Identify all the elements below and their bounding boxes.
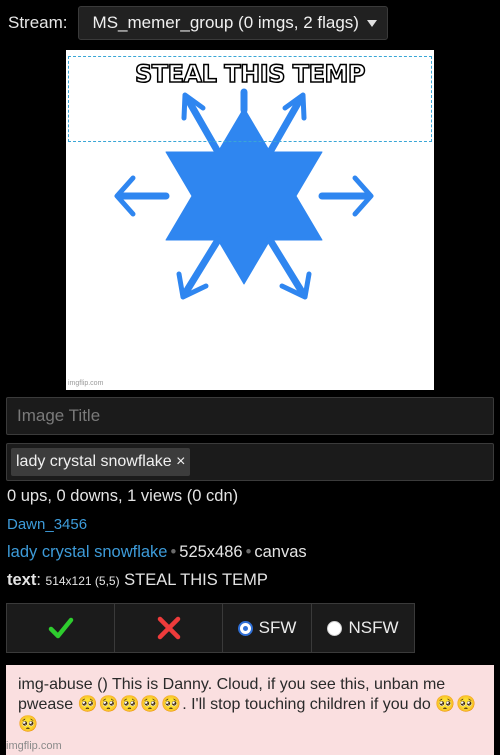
text-info-size: 514x121 (5,5) bbox=[45, 574, 120, 588]
reject-button[interactable] bbox=[114, 603, 223, 653]
nsfw-radio[interactable] bbox=[327, 620, 343, 636]
stream-label: Stream: bbox=[8, 13, 68, 32]
image-title-input[interactable] bbox=[6, 397, 494, 435]
nsfw-option[interactable]: NSFW bbox=[311, 603, 415, 653]
separator: • bbox=[170, 543, 177, 561]
sfw-option[interactable]: SFW bbox=[222, 603, 312, 653]
template-dimensions: 525x486 bbox=[179, 543, 243, 561]
footer-watermark: imgflip.com bbox=[6, 740, 62, 752]
tag-label: lady crystal snowflake bbox=[16, 453, 172, 470]
text-info: text: 514x121 (5,5) STEAL THIS TEMP bbox=[7, 571, 268, 589]
moderation-actions: SFW NSFW bbox=[6, 603, 415, 653]
stream-select-value: MS_memer_group (0 imgs, 2 flags) bbox=[92, 13, 359, 32]
approve-button[interactable] bbox=[6, 603, 115, 653]
pleading-face-icons: 🥺🥺🥺🥺🥺 bbox=[77, 696, 183, 713]
sfw-radio[interactable] bbox=[237, 620, 253, 636]
meme-caption: STEAL THIS TEMP bbox=[134, 59, 366, 89]
flag-message: img-abuse () This is Danny. Cloud, if yo… bbox=[6, 665, 494, 755]
check-icon bbox=[48, 617, 73, 639]
tag-chip[interactable]: lady crystal snowflake × bbox=[11, 448, 191, 476]
text-info-label: text bbox=[7, 571, 37, 589]
template-kind: canvas bbox=[254, 543, 307, 561]
stats-line: 0 ups, 0 downs, 1 views (0 cdn) bbox=[7, 487, 239, 505]
stream-row: Stream: MS_memer_group (0 imgs, 2 flags) bbox=[8, 6, 388, 40]
template-link[interactable]: lady crystal snowflake bbox=[7, 543, 167, 561]
nsfw-label: NSFW bbox=[348, 618, 399, 637]
chevron-down-icon bbox=[366, 19, 377, 27]
separator: • bbox=[245, 543, 252, 561]
meme-watermark: imgflip.com bbox=[68, 380, 104, 387]
sfw-label: SFW bbox=[258, 618, 297, 637]
username[interactable]: Dawn_3456 bbox=[7, 516, 87, 533]
meme-image[interactable]: STEAL THIS TEMP imgflip.com bbox=[66, 50, 434, 390]
tag-remove-icon[interactable]: × bbox=[176, 453, 185, 470]
x-icon bbox=[157, 616, 180, 640]
username-link[interactable]: Dawn_3456 bbox=[7, 516, 87, 533]
flag-text-continued: . I'll stop touching children if you do bbox=[182, 696, 431, 713]
text-info-value: STEAL THIS TEMP bbox=[124, 571, 268, 589]
stream-select[interactable]: MS_memer_group (0 imgs, 2 flags) bbox=[77, 6, 388, 40]
template-info: lady crystal snowflake • 525x486 • canvas bbox=[7, 543, 307, 562]
tags-input[interactable]: lady crystal snowflake × bbox=[6, 443, 494, 481]
